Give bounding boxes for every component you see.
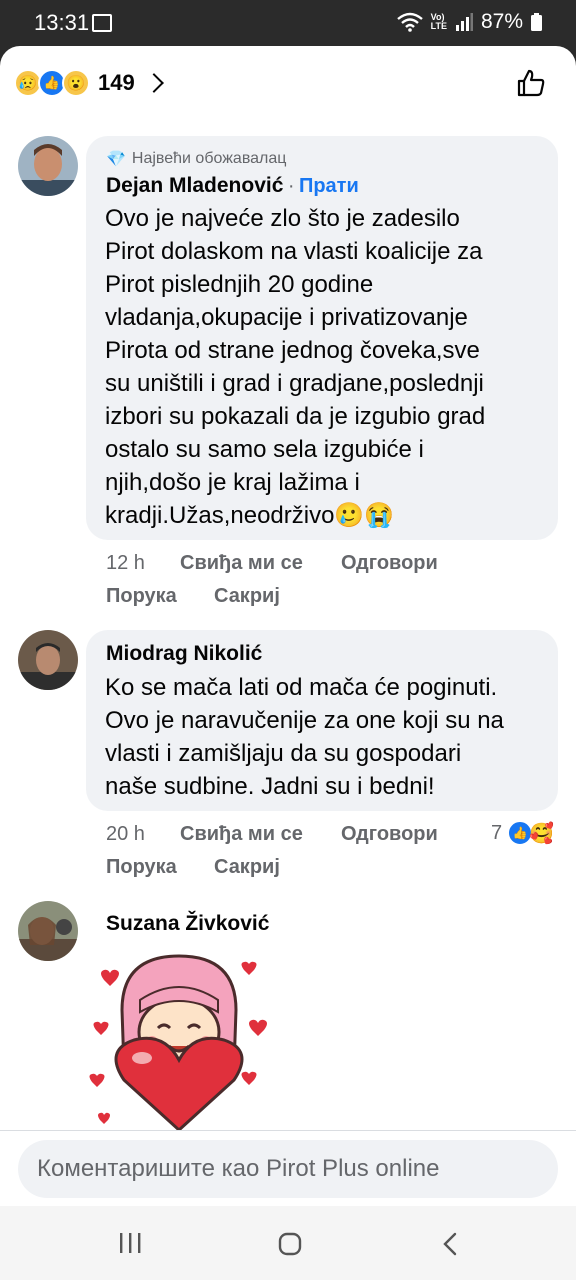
like-button[interactable]: Свиђа ми се xyxy=(180,823,303,846)
comment-author[interactable]: Suzana Živković xyxy=(106,912,269,935)
heart-girl-sticker xyxy=(89,954,267,1130)
comment-bubble[interactable]: 💎 Највећи обожавалац Dejan Mladenović · … xyxy=(86,136,558,540)
comment-input[interactable]: Коментаришите као Pirot Plus online xyxy=(18,1140,558,1198)
care-reaction-icon: 🥰 xyxy=(529,822,555,845)
message-button[interactable]: Порука xyxy=(106,856,177,879)
avatar[interactable] xyxy=(18,630,78,690)
like-post-button[interactable] xyxy=(516,68,546,98)
message-button[interactable]: Порука xyxy=(106,585,177,608)
comment-time: 20 h xyxy=(106,823,145,845)
comment-text: Ko se mača lati od mača će poginuti. Ovo… xyxy=(105,674,504,800)
separator-dot: · xyxy=(287,175,295,197)
reply-button[interactable]: Одговори xyxy=(341,552,438,575)
comment-bubble[interactable]: Miodrag Nikolić Ko se mača lati od mača … xyxy=(86,630,558,811)
battery-icon xyxy=(531,13,542,31)
input-divider xyxy=(0,1130,576,1131)
reaction-count: 149 xyxy=(98,70,135,95)
status-time: 13:31 xyxy=(34,10,90,35)
badge-label: Највећи обожавалац xyxy=(131,150,287,167)
comment-author[interactable]: Dejan Mladenović xyxy=(106,174,283,197)
wifi-icon xyxy=(396,12,423,32)
comment-time: 12 h xyxy=(106,552,145,574)
signal-icon xyxy=(455,13,473,31)
status-bar: 13:31 Vo) LTE 87% xyxy=(0,0,576,46)
comment-input-placeholder: Коментаришите као Pirot Plus online xyxy=(37,1155,440,1182)
comment-reactions[interactable]: 7 👍 🥰 xyxy=(491,820,554,846)
comment-text: Ovo je najveće zlo što je zadesilo Pirot… xyxy=(105,205,486,529)
wow-reaction-icon: 😮 xyxy=(62,69,90,97)
reply-button[interactable]: Одговори xyxy=(341,823,438,846)
avatar[interactable] xyxy=(18,901,78,961)
follow-button[interactable]: Прати xyxy=(299,175,359,197)
comment-author[interactable]: Miodrag Nikolić xyxy=(106,642,262,665)
avatar-photo xyxy=(18,630,78,690)
like-button[interactable]: Свиђа ми се xyxy=(180,552,303,575)
top-fan-badge: 💎 Највећи обожавалац xyxy=(106,149,286,169)
recent-apps-button[interactable] xyxy=(118,1232,142,1254)
battery-percent: 87% xyxy=(480,10,523,33)
gallery-icon xyxy=(92,14,112,32)
reactions-summary[interactable]: 😥 👍 😮 149 xyxy=(14,66,164,100)
comment-reaction-count: 7 xyxy=(491,821,503,844)
comments-sheet: 😥 👍 😮 149 💎 Највећи обожавалац Dejan Mla… xyxy=(0,46,576,1206)
status-right: Vo) LTE 87% xyxy=(396,10,542,34)
hide-button[interactable]: Сакриј xyxy=(214,856,280,879)
diamond-icon: 💎 xyxy=(106,151,126,168)
home-button[interactable] xyxy=(278,1232,302,1256)
hide-button[interactable]: Сакриј xyxy=(214,585,280,608)
avatar-photo xyxy=(18,901,78,961)
back-button[interactable] xyxy=(442,1232,458,1256)
avatar[interactable] xyxy=(18,136,78,196)
navigation-bar xyxy=(0,1206,576,1280)
chevron-right-icon xyxy=(143,73,164,93)
avatar-photo xyxy=(18,136,78,196)
volte-icon: Vo) LTE xyxy=(430,12,447,31)
